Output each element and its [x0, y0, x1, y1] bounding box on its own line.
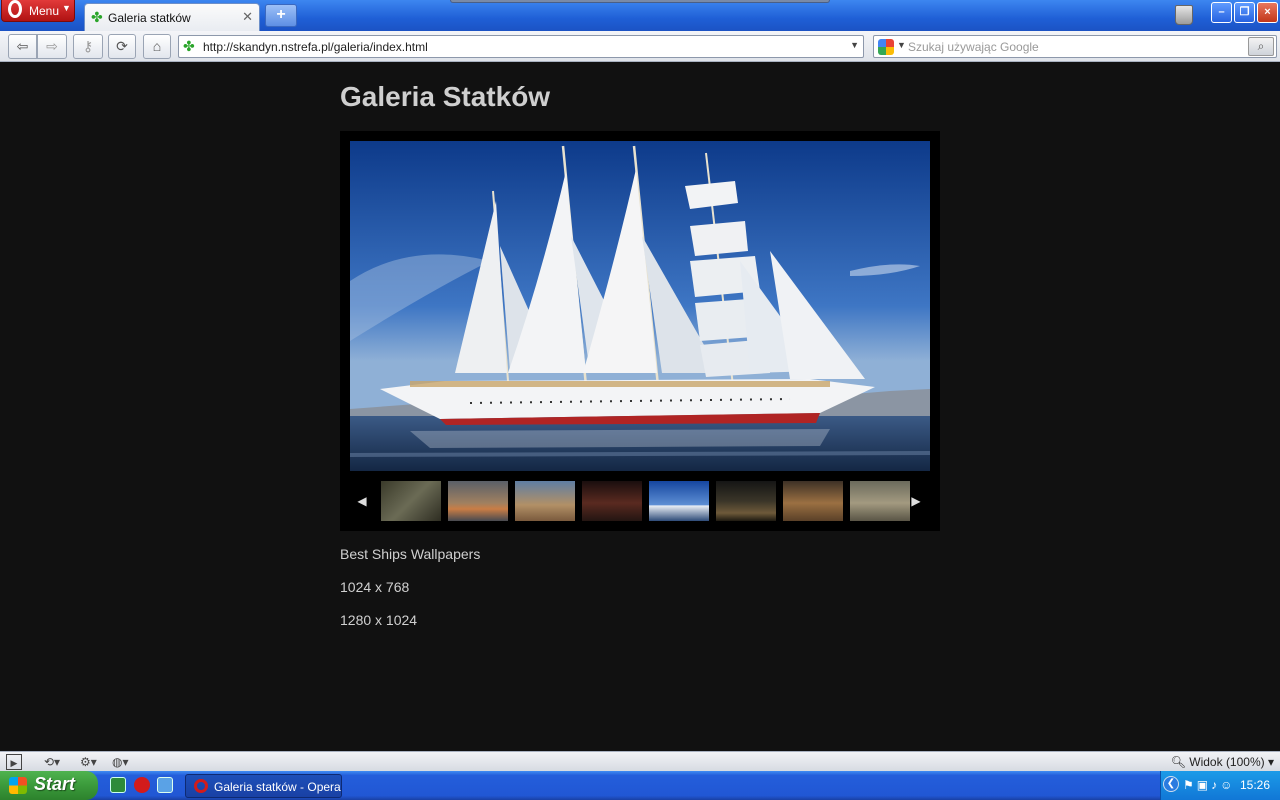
google-icon[interactable] — [878, 39, 894, 55]
key-icon: ⚷ — [82, 38, 94, 54]
search-input[interactable] — [908, 38, 1238, 56]
main-gallery-image[interactable] — [350, 141, 930, 471]
address-field[interactable]: ✤ http://skandyn.nstrefa.pl/galeria/inde… — [178, 35, 864, 58]
tray-status-icons[interactable]: ⚑▣♪☺ — [1183, 778, 1235, 792]
image-gallery: ◀ ▶ — [340, 131, 940, 531]
gallery-thumbnail[interactable] — [381, 481, 441, 521]
magnifier-icon: 🔍︎ — [1170, 755, 1186, 769]
search-icon[interactable]: ⌕ — [1248, 37, 1274, 56]
gallery-thumbnail[interactable] — [716, 481, 776, 521]
thumbnails-next-button[interactable]: ▶ — [910, 491, 922, 511]
close-tab-icon[interactable]: ✕ — [242, 9, 253, 25]
restore-button[interactable]: ❐ — [1234, 2, 1255, 23]
start-label: Start — [34, 774, 76, 794]
reload-icon: ⟳ — [116, 38, 128, 54]
wand-key-button[interactable]: ⚷ — [73, 34, 103, 59]
sync-icon[interactable]: ⟲▾ — [44, 754, 60, 770]
thumbnails-prev-button[interactable]: ◀ — [356, 491, 368, 511]
chevron-down-icon: ▼ — [62, 3, 71, 13]
arrow-right-icon: ⇨ — [46, 38, 58, 54]
windows-taskbar: Start Galeria statków - Opera ❮ ⚑▣♪☺ 15:… — [0, 771, 1280, 800]
search-box: ▼ ⌕ — [873, 35, 1277, 58]
tray-clock: 15:26 — [1240, 778, 1271, 792]
quicklaunch-opera-icon[interactable] — [134, 777, 150, 793]
best-ships-wallpapers-text: Best Ships Wallpapers — [340, 546, 481, 562]
menu-label: Menu — [29, 4, 60, 18]
home-icon: ⌂ — [152, 38, 162, 54]
opera-icon — [194, 779, 208, 793]
clover-favicon-icon: ✤ — [183, 38, 195, 54]
tab-bar: Menu ▼ ✤ Galeria statków ✕ + – ❐ × — [0, 0, 1280, 31]
page-title: Galeria Statków — [340, 81, 551, 112]
gallery-thumbnail-active[interactable] — [649, 481, 709, 521]
arrow-left-icon: ⇦ — [16, 38, 29, 54]
tall-ship-picture — [350, 141, 930, 471]
clover-favicon-icon: ✤ — [91, 9, 103, 25]
gallery-thumbnail[interactable] — [850, 481, 910, 521]
gallery-thumbnail[interactable] — [783, 481, 843, 521]
system-tray: ❮ ⚑▣♪☺ 15:26 — [1160, 771, 1280, 800]
address-toolbar: ⇦ ⇨ ⚷ ⟳ ⌂ ✤ http://skandyn.nstrefa.pl/ga… — [0, 31, 1280, 62]
panel-toggle-icon[interactable]: ▶ — [6, 754, 22, 770]
trash-can-icon[interactable] — [1175, 5, 1193, 25]
gallery-thumbnail[interactable] — [582, 481, 642, 521]
opera-logo-icon — [8, 0, 22, 18]
quicklaunch-desktop-icon[interactable] — [157, 777, 173, 793]
minimize-button[interactable]: – — [1211, 2, 1232, 23]
turbo-icon[interactable]: ◍▾ — [112, 754, 129, 770]
new-tab-button[interactable]: + — [265, 4, 297, 27]
chevron-down-icon[interactable]: ▼ — [897, 40, 906, 50]
gallery-thumbnail[interactable] — [515, 481, 575, 521]
tab-galeria-statkow[interactable]: ✤ Galeria statków ✕ — [84, 3, 260, 31]
opera-menu-button[interactable]: Menu ▼ — [1, 0, 75, 22]
status-bar: ▶ ⟲▾ ⚙▾ ◍▾ 🔍︎ Widok (100%) ▾ — [0, 751, 1280, 771]
resolution-1024x768-text: 1024 x 768 — [340, 579, 410, 595]
tray-expand-icon[interactable]: ❮ — [1163, 776, 1179, 792]
resolution-1280x1024-text: 1280 x 1024 — [340, 612, 418, 628]
gallery-thumbnail[interactable] — [448, 481, 508, 521]
quicklaunch-app-icon[interactable] — [110, 777, 126, 793]
visual-tabs-handle[interactable] — [450, 0, 830, 3]
forward-button[interactable]: ⇨ — [37, 34, 67, 59]
tab-title: Galeria statków — [108, 11, 191, 25]
unite-icon[interactable]: ⚙▾ — [80, 754, 97, 770]
taskbar-window-label: Galeria statków - Opera — [214, 780, 341, 794]
taskbar-window-opera[interactable]: Galeria statków - Opera — [185, 774, 342, 798]
page-content: Galeria Statków ◀ ▶ Best Ships Wallpaper… — [0, 62, 1280, 751]
close-window-button[interactable]: × — [1257, 2, 1278, 23]
chevron-down-icon[interactable]: ▼ — [850, 40, 859, 50]
chevron-down-icon: ▾ — [1267, 755, 1274, 769]
back-button[interactable]: ⇦ — [8, 34, 37, 59]
start-button[interactable]: Start — [0, 771, 98, 800]
windows-logo-icon — [9, 777, 27, 794]
address-url[interactable]: http://skandyn.nstrefa.pl/galeria/index.… — [203, 40, 428, 54]
zoom-label: Widok (100%) — [1189, 755, 1265, 769]
zoom-control[interactable]: 🔍︎ Widok (100%) ▾ — [1171, 755, 1274, 769]
reload-button[interactable]: ⟳ — [108, 34, 136, 59]
home-button[interactable]: ⌂ — [143, 34, 171, 59]
